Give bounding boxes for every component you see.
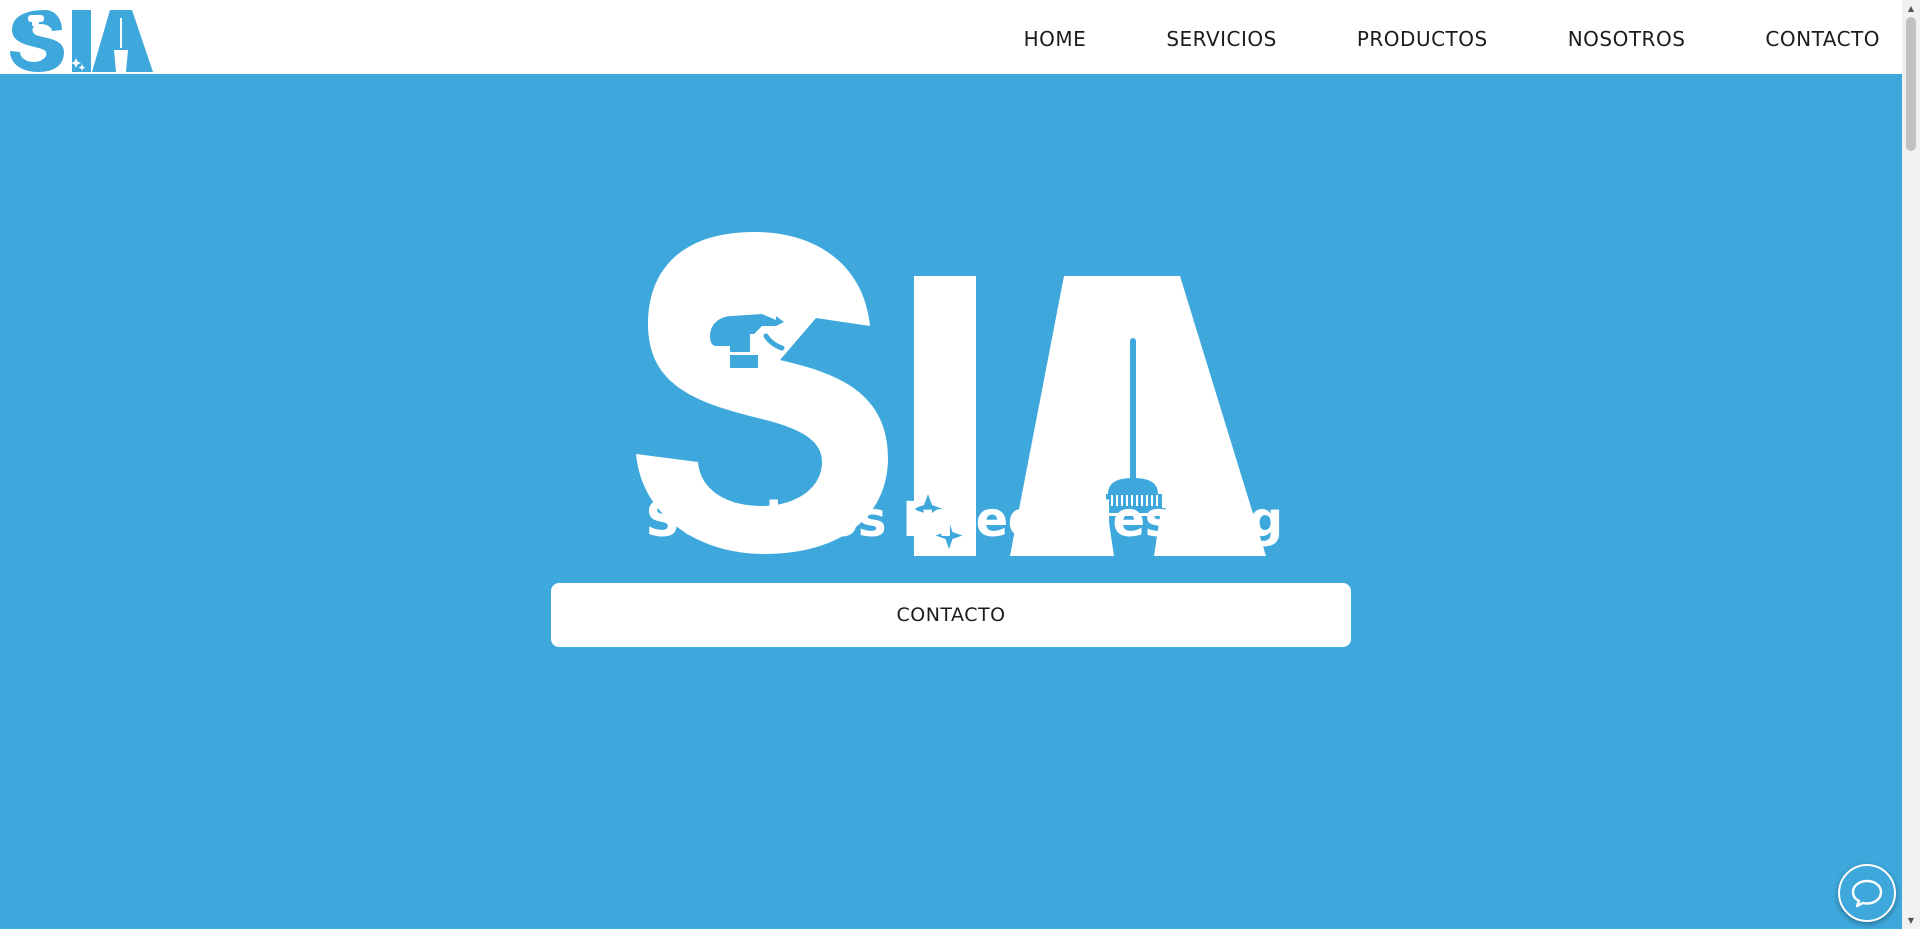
nav-home-link[interactable]: HOME (1024, 24, 1087, 54)
nav-servicios-link[interactable]: SERVICIOS (1166, 24, 1277, 54)
contacto-button[interactable]: CONTACTO (551, 583, 1351, 647)
page-scrollbar[interactable]: ▲ ▼ (1902, 0, 1920, 929)
nav-productos-link[interactable]: PRODUCTOS (1357, 24, 1488, 54)
hero-tagline: Servicios Integrales Arg (645, 492, 1283, 548)
page: HOME SERVICIOS PRODUCTOS NOSOTROS CONTAC… (0, 0, 1920, 929)
navbar: HOME SERVICIOS PRODUCTOS NOSOTROS CONTAC… (0, 0, 1902, 74)
scroll-up-arrow-icon[interactable]: ▲ (1902, 0, 1920, 17)
site-logo[interactable] (8, 2, 153, 72)
nav-contacto-link[interactable]: CONTACTO (1765, 24, 1880, 54)
main-nav: HOME SERVICIOS PRODUCTOS NOSOTROS CONTAC… (944, 24, 1880, 54)
scroll-thumb[interactable] (1906, 17, 1916, 151)
scroll-down-arrow-icon[interactable]: ▼ (1902, 912, 1920, 929)
chat-bubble-icon (1851, 879, 1883, 908)
nav-nosotros-link[interactable]: NOSOTROS (1568, 24, 1686, 54)
chat-widget-button[interactable] (1838, 864, 1896, 922)
